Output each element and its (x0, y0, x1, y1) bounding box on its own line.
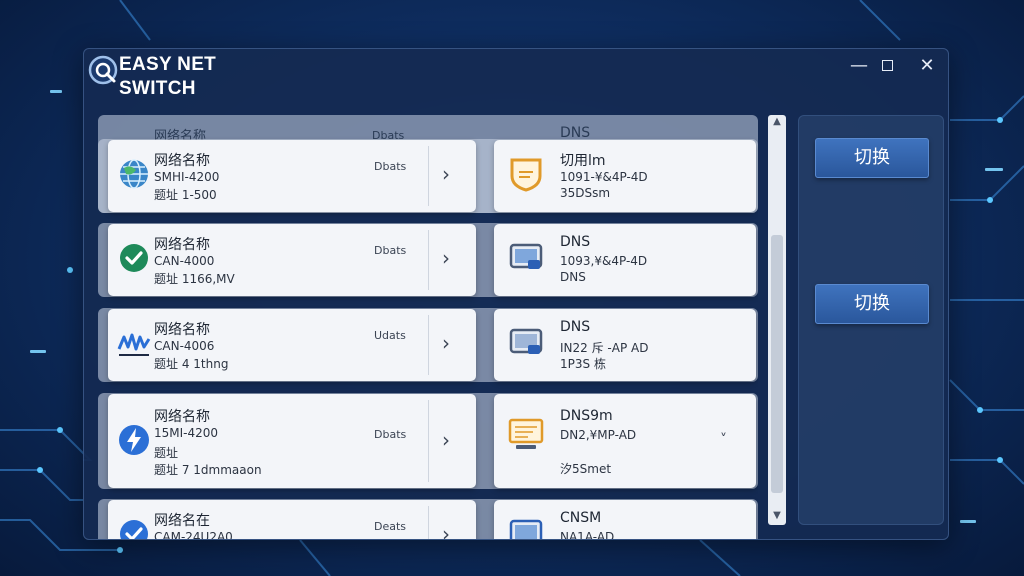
list-scrollbar[interactable]: ▲ ▼ (768, 115, 786, 525)
network-id: 15MI-4200 (154, 426, 219, 440)
network-name: 网络名称 (154, 409, 210, 425)
network-name: 网络名在 (154, 513, 210, 529)
card-divider (428, 315, 429, 375)
network-list: 网络名称 Dbats DNS 网络名称 SMHI-4200 题址 1-500 D… (98, 115, 758, 540)
chevron-right-icon[interactable]: › (442, 162, 450, 186)
dns-name: 切用lm (560, 153, 606, 169)
network-card-5[interactable]: 网络名在 CAM-24U2A0 Deats › (108, 500, 476, 540)
dns-address: IN22 斥 -AP AD (560, 341, 649, 355)
network-card-4[interactable]: 网络名称 15MI-4200 题址 题址 7 1dmmaaon Dbats › (108, 394, 476, 488)
monitor-icon (509, 519, 543, 539)
dns-detail: 1P3S 栋 (560, 357, 606, 371)
network-status: Udats (374, 329, 406, 342)
dns-name: DNS9m (560, 408, 613, 424)
minimize-button[interactable]: — (848, 55, 870, 77)
network-address-detail: 题址 7 1dmmaaon (154, 463, 262, 477)
dns-card-4[interactable]: DNS9m DN2,¥MP-AD 汐5Smet ˅ (494, 394, 756, 488)
chevron-right-icon[interactable]: › (442, 522, 450, 539)
dns-address: 1091-¥&4P-4D (560, 170, 648, 184)
app-title-line2: SWITCH (119, 78, 196, 99)
dns-detail: 汐5Smet (560, 462, 612, 476)
dns-address: 1093,¥&4P-4D (560, 254, 648, 268)
app-logo-icon (88, 55, 118, 85)
network-status: Deats (374, 520, 407, 533)
dns-detail: DNS (560, 270, 586, 284)
network-address: 题址 4 1thng (154, 357, 229, 371)
scroll-down-arrow-icon[interactable]: ▼ (768, 509, 786, 523)
app-title: EASY NET SWITCH (119, 53, 239, 101)
action-panel: 切换 切换 (798, 115, 944, 525)
dns-card-2[interactable]: DNS 1093,¥&4P-4D DNS (494, 224, 756, 296)
switch-button-1[interactable]: 切换 (815, 138, 929, 178)
network-name: 网络名称 (154, 153, 210, 169)
network-id: SMHI-4200 (154, 170, 220, 184)
network-name: 网络名称 (154, 237, 210, 253)
close-button[interactable]: ✕ (916, 55, 938, 77)
monitor-icon (509, 243, 543, 269)
dns-card-1[interactable]: 切用lm 1091-¥&4P-4D 35DSsm (494, 140, 756, 212)
network-id: CAN-4000 (154, 254, 215, 268)
dns-name: DNS (560, 319, 591, 335)
card-divider (428, 146, 429, 206)
network-status: Dbats (374, 244, 407, 257)
checkmark-icon (120, 520, 148, 539)
switch-button-2[interactable]: 切换 (815, 284, 929, 324)
app-window: EASY NET SWITCH — ✕ 网络名称 Dbats DNS 网络名称 … (83, 48, 949, 540)
dns-detail: 35DSsm (560, 186, 611, 200)
maximize-button[interactable] (876, 55, 898, 77)
lightning-icon (119, 425, 149, 455)
checkmark-icon (120, 244, 148, 272)
scroll-up-arrow-icon[interactable]: ▲ (768, 115, 786, 129)
network-address: 题址 1-500 (154, 188, 217, 202)
network-card-1[interactable]: 网络名称 SMHI-4200 题址 1-500 Dbats › (108, 140, 476, 212)
card-divider (428, 506, 429, 539)
card-divider (428, 230, 429, 290)
chevron-right-icon[interactable]: › (442, 331, 450, 355)
app-title-line1: EASY NET (119, 54, 217, 75)
dns-name: DNS (560, 234, 591, 250)
dns-address: NA1A-AD (560, 530, 615, 540)
globe-icon (120, 159, 148, 189)
waveform-icon (117, 333, 151, 356)
network-status: Dbats (374, 160, 407, 173)
network-name: 网络名称 (154, 322, 210, 338)
scroll-thumb[interactable] (771, 235, 783, 493)
maximize-icon (881, 60, 893, 71)
network-card-2[interactable]: 网络名称 CAN-4000 题址 1166,MV Dbats › (108, 224, 476, 296)
network-status: Dbats (374, 428, 407, 441)
monitor-icon (509, 328, 543, 354)
dns-address: DN2,¥MP-AD (560, 428, 637, 442)
chevron-right-icon[interactable]: › (442, 246, 450, 270)
network-address: 题址 (154, 446, 179, 460)
chevron-right-icon[interactable]: › (442, 428, 450, 452)
shield-certificate-icon (510, 158, 542, 192)
network-address: 题址 1166,MV (154, 272, 235, 286)
network-id: CAN-4006 (154, 339, 215, 353)
network-card-3[interactable]: 网络名称 CAN-4006 题址 4 1thng Udats › (108, 309, 476, 381)
certificate-icon (508, 418, 544, 449)
dns-card-5[interactable]: CNSM NA1A-AD (494, 500, 756, 540)
network-id: CAM-24U2A0 (154, 530, 233, 540)
dns-name: CNSM (560, 510, 602, 526)
dns-card-3[interactable]: DNS IN22 斥 -AP AD 1P3S 栋 (494, 309, 756, 381)
chevron-down-icon[interactable]: ˅ (720, 432, 727, 448)
card-divider (428, 400, 429, 482)
